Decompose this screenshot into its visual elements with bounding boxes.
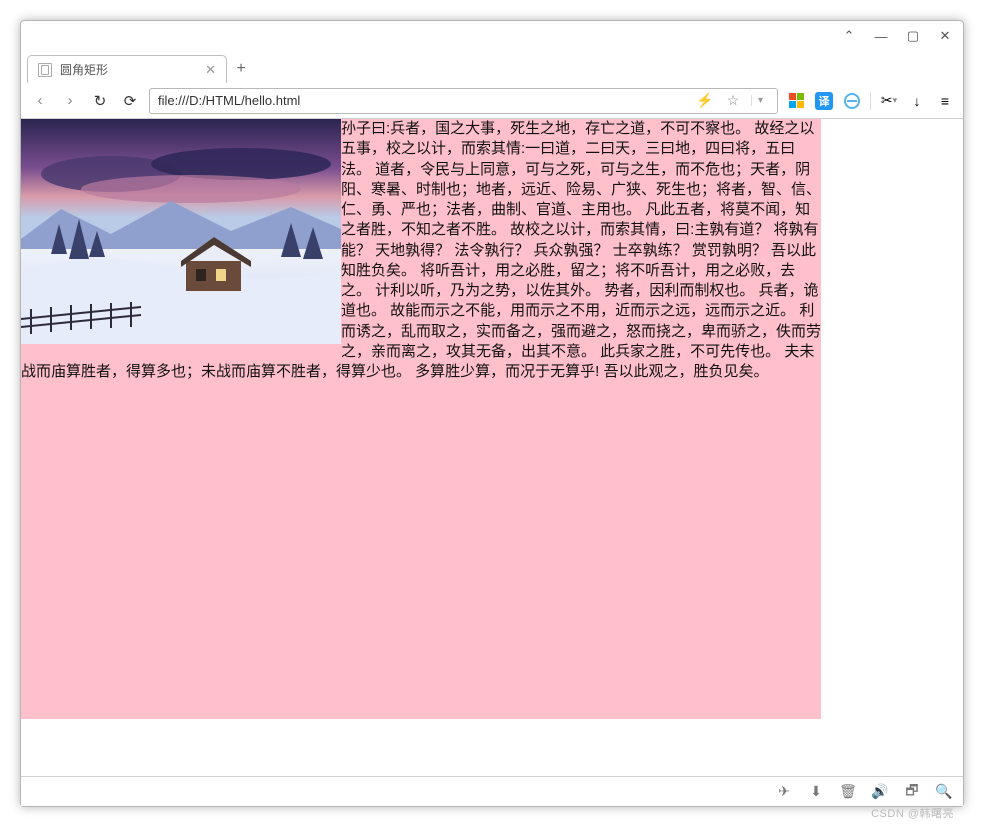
screenshot-button[interactable]: ✂▾	[879, 91, 899, 111]
back-button[interactable]: ‹	[29, 90, 51, 112]
address-bar-right-icons: ⚡ ☆ ▾	[695, 91, 769, 111]
hamburger-icon: ≡	[941, 93, 949, 109]
forward-button[interactable]: ›	[59, 90, 81, 112]
trash-icon: 🗑	[839, 783, 857, 800]
flash-icon[interactable]: ⚡	[695, 91, 715, 111]
translate-button[interactable]: 译	[814, 91, 834, 111]
page-body: 孙子曰:兵者，国之大事，死生之地，存亡之道，不可不察也。 故经之以五事，校之以计…	[21, 119, 821, 719]
download-arrow-icon: ⬇	[810, 783, 822, 800]
trash-button[interactable]: 🗑	[839, 783, 857, 801]
collapse-icon: ⌃	[844, 28, 855, 44]
reload-icon: ↻	[94, 92, 107, 110]
plus-icon: +	[236, 60, 245, 78]
address-bar-row: ‹ › ↻ ⟳ ⚡ ☆ ▾ 译 ✂▾ ↓ ≡	[21, 83, 963, 119]
tab-close-button[interactable]: ✕	[205, 62, 216, 78]
home-button[interactable]: ⟳	[119, 90, 141, 112]
reload-button[interactable]: ↻	[89, 90, 111, 112]
translate-icon: 译	[815, 92, 833, 110]
page-icon	[38, 63, 52, 77]
tab-title: 圆角矩形	[60, 61, 108, 78]
adblock-button[interactable]	[842, 91, 862, 111]
downloads-button[interactable]: ⬇	[807, 783, 825, 801]
scissors-icon: ✂	[881, 92, 893, 109]
collapse-button[interactable]: ⌃	[839, 26, 859, 46]
url-dropdown[interactable]: ▾	[751, 95, 769, 106]
download-button[interactable]: ↓	[907, 91, 927, 111]
window-titlebar: ⌃ — ▢ ✕	[21, 21, 963, 51]
status-bar: ✈ ⬇ 🗑 🔊 🗗 🔍	[21, 776, 963, 806]
winter-landscape-image	[21, 119, 341, 344]
minimize-icon: —	[875, 29, 888, 44]
zoom-button[interactable]: 🔍	[935, 783, 953, 801]
page-viewport[interactable]: 孙子曰:兵者，国之大事，死生之地，存亡之道，不可不察也。 故经之以五事，校之以计…	[21, 119, 963, 776]
url-input[interactable]	[158, 93, 695, 108]
magnifier-icon: 🔍	[935, 783, 952, 800]
download-icon: ↓	[914, 93, 921, 109]
restore-button[interactable]: 🗗	[903, 783, 921, 801]
new-tab-button[interactable]: +	[227, 55, 255, 83]
close-window-button[interactable]: ✕	[935, 26, 955, 46]
maximize-button[interactable]: ▢	[903, 26, 923, 46]
accelerator-button[interactable]: ✈	[775, 783, 793, 801]
microsoft-logo-icon[interactable]	[786, 91, 806, 111]
restore-icon: 🗗	[905, 780, 918, 804]
home-icon: ⟳	[124, 92, 137, 110]
tab-active[interactable]: 圆角矩形 ✕	[27, 55, 227, 83]
block-icon	[844, 93, 860, 109]
chevron-left-icon: ‹	[38, 92, 43, 109]
watermark: CSDN @韩曙亮	[871, 805, 954, 821]
sound-button[interactable]: 🔊	[871, 783, 889, 801]
menu-button[interactable]: ≡	[935, 91, 955, 111]
bookmark-star-icon[interactable]: ☆	[723, 91, 743, 111]
tab-strip: 圆角矩形 ✕ +	[21, 51, 963, 83]
minimize-button[interactable]: —	[871, 26, 891, 46]
maximize-icon: ▢	[907, 28, 919, 44]
chevron-right-icon: ›	[68, 92, 73, 109]
browser-window: ⌃ — ▢ ✕ 圆角矩形 ✕ + ‹ › ↻ ⟳ ⚡ ☆ ▾ 译	[20, 20, 964, 807]
speaker-icon: 🔊	[871, 783, 888, 800]
floated-image	[21, 119, 341, 344]
separator	[870, 92, 871, 110]
close-icon: ✕	[940, 28, 951, 44]
rocket-icon: ✈	[778, 783, 790, 800]
address-bar[interactable]: ⚡ ☆ ▾	[149, 88, 778, 114]
